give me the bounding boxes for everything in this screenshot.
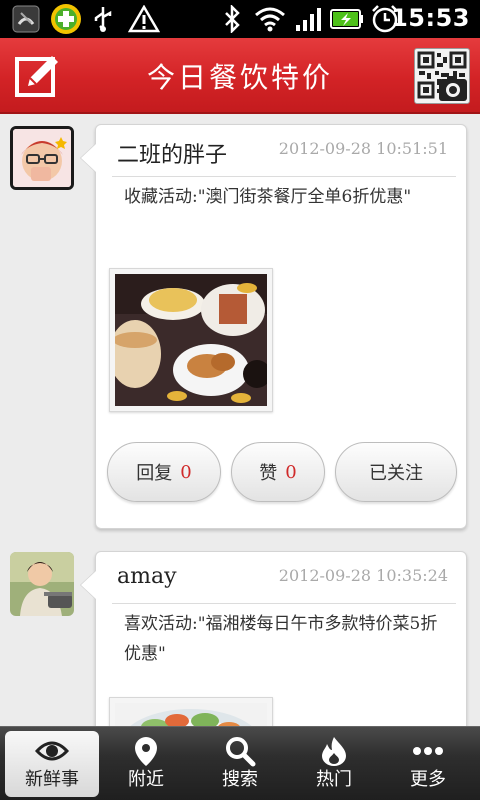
status-bar: 15:53 bbox=[0, 0, 480, 38]
follow-button[interactable]: 已关注 bbox=[335, 442, 457, 502]
qr-scan-button[interactable] bbox=[414, 48, 470, 104]
post-text: 收藏活动:"澳门街茶餐厅全单6折优惠" bbox=[124, 187, 412, 207]
follow-label: 已关注 bbox=[369, 463, 423, 484]
missed-call-icon bbox=[12, 5, 40, 33]
news-feed[interactable]: 二班的胖子 2012-09-28 10:51:51 收藏活动:"澳门街茶餐厅全单… bbox=[0, 114, 480, 726]
nav-item-search[interactable]: 搜索 bbox=[193, 731, 287, 797]
card-pointer bbox=[80, 570, 96, 600]
reply-label: 回复 bbox=[136, 463, 173, 484]
bluetooth-icon bbox=[225, 5, 240, 33]
battery-charging-icon bbox=[330, 9, 363, 29]
food-photo-image bbox=[115, 703, 267, 726]
post-timestamp: 2012-09-28 10:51:51 bbox=[278, 139, 448, 158]
card-pointer bbox=[80, 143, 96, 173]
flame-icon bbox=[322, 737, 346, 766]
bottom-nav: 新鲜事 附近 搜索 热门 更多 bbox=[0, 726, 480, 800]
location-pin-icon bbox=[135, 737, 157, 766]
search-icon bbox=[226, 737, 256, 767]
post-text: 喜欢活动:"福湘楼每日午市多款特价菜5折优惠" bbox=[124, 614, 438, 664]
nav-item-fresh[interactable]: 新鲜事 bbox=[5, 731, 99, 797]
status-clock: 15:53 bbox=[391, 4, 470, 32]
more-dots-icon bbox=[413, 747, 443, 755]
usb-icon bbox=[94, 7, 112, 32]
feed-card[interactable]: amay 2012-09-28 10:35:24 喜欢活动:"福湘楼每日午市多款… bbox=[80, 551, 467, 726]
nav-label: 附近 bbox=[128, 769, 164, 790]
like-button[interactable]: 赞 0 bbox=[231, 442, 325, 502]
like-label: 赞 bbox=[259, 463, 278, 484]
eye-icon bbox=[35, 741, 69, 761]
post-actions: 回复 0 赞 0 已关注 bbox=[107, 442, 457, 502]
qr-scan-icon bbox=[417, 51, 467, 101]
user-name[interactable]: 二班的胖子 bbox=[117, 137, 227, 169]
avatar-image bbox=[13, 129, 71, 187]
reply-button[interactable]: 回复 0 bbox=[107, 442, 221, 502]
page-title: 今日餐饮特价 bbox=[146, 61, 333, 94]
food-photo-image bbox=[115, 274, 267, 406]
nav-label: 新鲜事 bbox=[25, 769, 79, 790]
nav-item-more[interactable]: 更多 bbox=[381, 731, 475, 797]
like-count: 0 bbox=[285, 461, 297, 483]
nav-label: 热门 bbox=[316, 769, 352, 790]
user-name[interactable]: amay bbox=[117, 564, 177, 589]
nav-item-nearby[interactable]: 附近 bbox=[99, 731, 193, 797]
avatar[interactable] bbox=[10, 126, 74, 190]
divider bbox=[112, 603, 456, 604]
feed-card[interactable]: 二班的胖子 2012-09-28 10:51:51 收藏活动:"澳门街茶餐厅全单… bbox=[80, 124, 467, 529]
post-photo[interactable] bbox=[109, 268, 273, 412]
signal-icon bbox=[296, 8, 321, 31]
avatar[interactable] bbox=[10, 552, 74, 616]
wifi-icon bbox=[255, 7, 285, 32]
reply-count: 0 bbox=[180, 461, 192, 483]
nav-item-hot[interactable]: 热门 bbox=[287, 731, 381, 797]
title-bar: 今日餐饮特价 bbox=[0, 38, 480, 114]
divider bbox=[112, 176, 456, 177]
warning-icon bbox=[128, 5, 160, 33]
security-app-icon bbox=[51, 4, 81, 34]
post-photo[interactable] bbox=[109, 697, 273, 726]
post-timestamp: 2012-09-28 10:35:24 bbox=[278, 566, 448, 585]
nav-label: 搜索 bbox=[222, 769, 258, 790]
nav-label: 更多 bbox=[410, 769, 446, 790]
avatar-image bbox=[10, 552, 74, 616]
